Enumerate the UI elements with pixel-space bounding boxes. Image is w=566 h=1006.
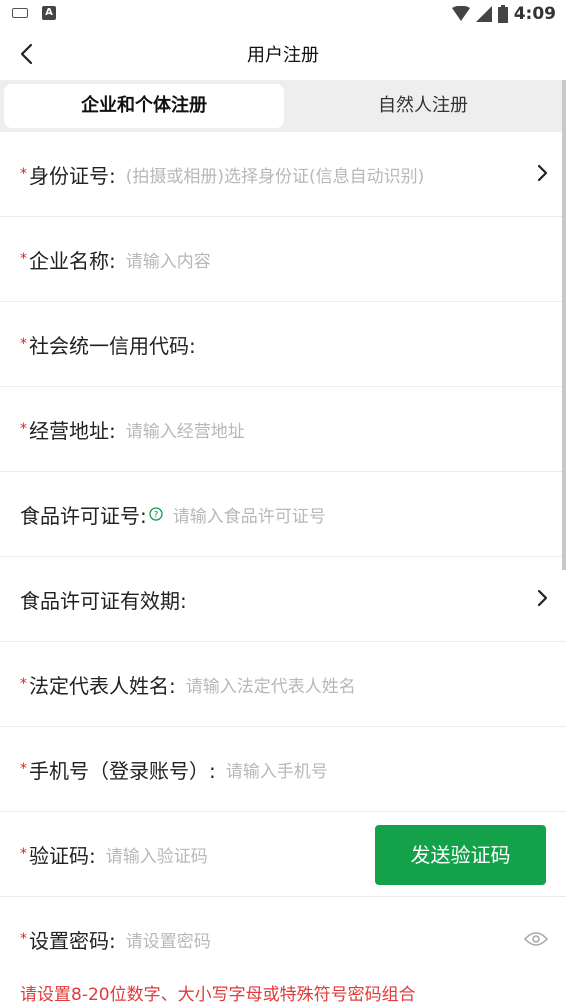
help-icon[interactable]: ? (149, 507, 163, 521)
password-row: * 设置密码: 请设置密码 (0, 897, 566, 982)
verify-code-row: * 验证码: 请输入验证码 发送验证码 (0, 812, 566, 897)
credit-code-row: * 社会统一信用代码: (0, 302, 566, 387)
status-bar: A 4:09 (0, 0, 566, 30)
required-mark: * (20, 931, 27, 947)
phone-label: 手机号（登录账号）: (29, 758, 216, 783)
status-time: 4:09 (513, 4, 556, 24)
required-mark: * (20, 846, 27, 862)
registration-type-tabs: 企业和个体注册 自然人注册 (0, 80, 566, 132)
signal-icon (475, 6, 492, 22)
legal-rep-input[interactable]: 请输入法定代表人姓名 (186, 672, 550, 697)
id-card-placeholder[interactable]: (拍摄或相册)选择身份证(信息自动识别) (126, 162, 550, 187)
required-mark: * (20, 761, 27, 777)
battery-icon (497, 5, 508, 23)
chevron-right-icon[interactable] (530, 161, 554, 185)
id-card-label: 身份证号: (29, 163, 116, 188)
tab-natural-person[interactable]: 自然人注册 (284, 84, 562, 128)
password-hint: 请设置8-20位数字、大小写字母或特殊符号密码组合 (20, 985, 416, 1005)
chevron-right-icon[interactable] (530, 586, 554, 610)
status-left-icons: A (12, 6, 56, 20)
password-label: 设置密码: (29, 928, 116, 953)
food-license-row: 食品许可证号: ? 请输入食品许可证号 (0, 472, 566, 557)
license-validity-row[interactable]: 食品许可证有效期: (0, 557, 566, 642)
phone-input[interactable]: 请输入手机号 (226, 757, 550, 782)
send-code-button[interactable]: 发送验证码 (375, 825, 546, 885)
scrollbar[interactable] (562, 80, 566, 570)
credit-code-label: 社会统一信用代码: (29, 333, 196, 358)
license-validity-label: 食品许可证有效期: (20, 588, 187, 613)
legal-rep-label: 法定代表人姓名: (29, 673, 176, 698)
company-name-input[interactable]: 请输入内容 (126, 247, 550, 272)
business-address-input[interactable]: 请输入经营地址 (126, 417, 550, 442)
required-mark: * (20, 336, 27, 352)
required-mark: * (20, 251, 27, 267)
verify-code-input[interactable]: 请输入验证码 (106, 842, 366, 867)
eye-icon[interactable] (524, 929, 548, 949)
food-license-label: 食品许可证号: (20, 503, 147, 528)
status-right-icons: 4:09 (451, 4, 556, 24)
required-mark: * (20, 166, 27, 182)
business-address-row: * 经营地址: 请输入经营地址 (0, 387, 566, 472)
phone-row: * 手机号（登录账号）: 请输入手机号 (0, 727, 566, 812)
id-card-row[interactable]: * 身份证号: (拍摄或相册)选择身份证(信息自动识别) (0, 132, 566, 217)
company-name-row: * 企业名称: 请输入内容 (0, 217, 566, 302)
required-mark: * (20, 676, 27, 692)
food-license-input[interactable]: 请输入食品许可证号 (173, 502, 550, 527)
legal-rep-row: * 法定代表人姓名: 请输入法定代表人姓名 (0, 642, 566, 727)
verify-code-label: 验证码: (29, 843, 96, 868)
page-title: 用户注册 (247, 45, 319, 66)
tab-enterprise[interactable]: 企业和个体注册 (4, 84, 284, 128)
wifi-icon (451, 6, 470, 21)
a-icon: A (42, 6, 56, 20)
business-address-label: 经营地址: (29, 418, 116, 443)
nav-bar: 用户注册 (0, 30, 566, 78)
company-name-label: 企业名称: (29, 248, 116, 273)
keyboard-icon (12, 8, 28, 18)
password-input[interactable]: 请设置密码 (126, 927, 506, 952)
svg-text:?: ? (153, 511, 158, 521)
required-mark: * (20, 421, 27, 437)
